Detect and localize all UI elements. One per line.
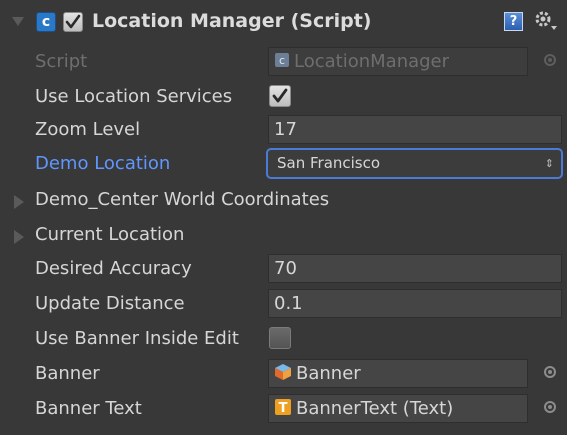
checkmark-icon <box>65 14 81 29</box>
foldout-arrow-icon[interactable] <box>12 17 24 26</box>
banner-text-value: BannerText (Text) <box>296 398 454 419</box>
use-location-services-checkbox[interactable] <box>269 85 291 107</box>
row-banner-text: Banner Text T BannerText (Text) <box>0 393 567 426</box>
gameobject-cube-icon <box>275 364 291 380</box>
banner-value: Banner <box>296 363 361 384</box>
script-value: LocationManager <box>294 51 450 72</box>
component-header[interactable]: c Location Manager (Script) ? <box>0 0 567 44</box>
help-icon[interactable]: ? <box>504 12 523 31</box>
foldout-arrow-icon[interactable] <box>14 230 24 244</box>
svg-text:T: T <box>279 401 288 416</box>
dropdown-arrows-icon: ⇕ <box>544 157 554 170</box>
banner-label: Banner <box>35 363 100 384</box>
row-update-distance: Update Distance 0.1 <box>0 288 567 321</box>
demo-location-value: San Francisco <box>277 154 381 172</box>
row-demo-center[interactable]: Demo_Center World Coordinates <box>0 184 567 217</box>
use-location-services-label: Use Location Services <box>35 86 233 107</box>
script-label: Script <box>35 51 88 72</box>
use-banner-label: Use Banner Inside Edit <box>35 328 239 349</box>
demo-location-dropdown[interactable]: San Francisco ⇕ <box>266 148 563 179</box>
zoom-level-label: Zoom Level <box>35 119 141 140</box>
row-use-location-services: Use Location Services <box>0 81 567 114</box>
component-title: Location Manager (Script) <box>92 10 372 32</box>
object-picker-icon[interactable] <box>544 366 556 378</box>
row-current-location[interactable]: Current Location <box>0 219 567 252</box>
svg-text:c: c <box>279 54 285 67</box>
row-banner: Banner Banner <box>0 358 567 391</box>
banner-text-label: Banner Text <box>35 398 142 419</box>
desired-accuracy-field[interactable]: 70 <box>268 254 562 283</box>
row-desired-accuracy: Desired Accuracy 70 <box>0 253 567 286</box>
row-demo-location: Demo Location San Francisco ⇕ <box>0 148 567 181</box>
script-asset-icon: c <box>275 53 289 67</box>
demo-location-label: Demo Location <box>35 153 171 174</box>
use-banner-checkbox[interactable] <box>269 327 291 349</box>
row-zoom-level: Zoom Level 17 <box>0 114 567 147</box>
demo-center-label[interactable]: Demo_Center World Coordinates <box>35 189 329 210</box>
update-distance-field[interactable]: 0.1 <box>268 289 562 318</box>
banner-text-field[interactable]: T BannerText (Text) <box>268 394 528 423</box>
script-field: c LocationManager <box>268 47 528 76</box>
row-script: Script c LocationManager <box>0 46 567 79</box>
object-picker-icon <box>544 54 556 66</box>
gear-icon[interactable] <box>534 10 558 32</box>
current-location-label[interactable]: Current Location <box>35 224 184 245</box>
script-icon: c <box>36 12 56 32</box>
desired-accuracy-label: Desired Accuracy <box>35 258 192 279</box>
inspector-panel: c Location Manager (Script) ? Script c L… <box>0 0 567 435</box>
object-picker-icon[interactable] <box>544 401 556 413</box>
zoom-level-field[interactable]: 17 <box>268 115 562 144</box>
text-component-icon: T <box>275 399 291 416</box>
row-use-banner: Use Banner Inside Edit <box>0 323 567 356</box>
component-enabled-checkbox[interactable] <box>63 12 83 32</box>
update-distance-label: Update Distance <box>35 293 185 314</box>
banner-field[interactable]: Banner <box>268 359 528 388</box>
foldout-arrow-icon[interactable] <box>14 195 24 209</box>
checkmark-icon <box>272 88 288 103</box>
